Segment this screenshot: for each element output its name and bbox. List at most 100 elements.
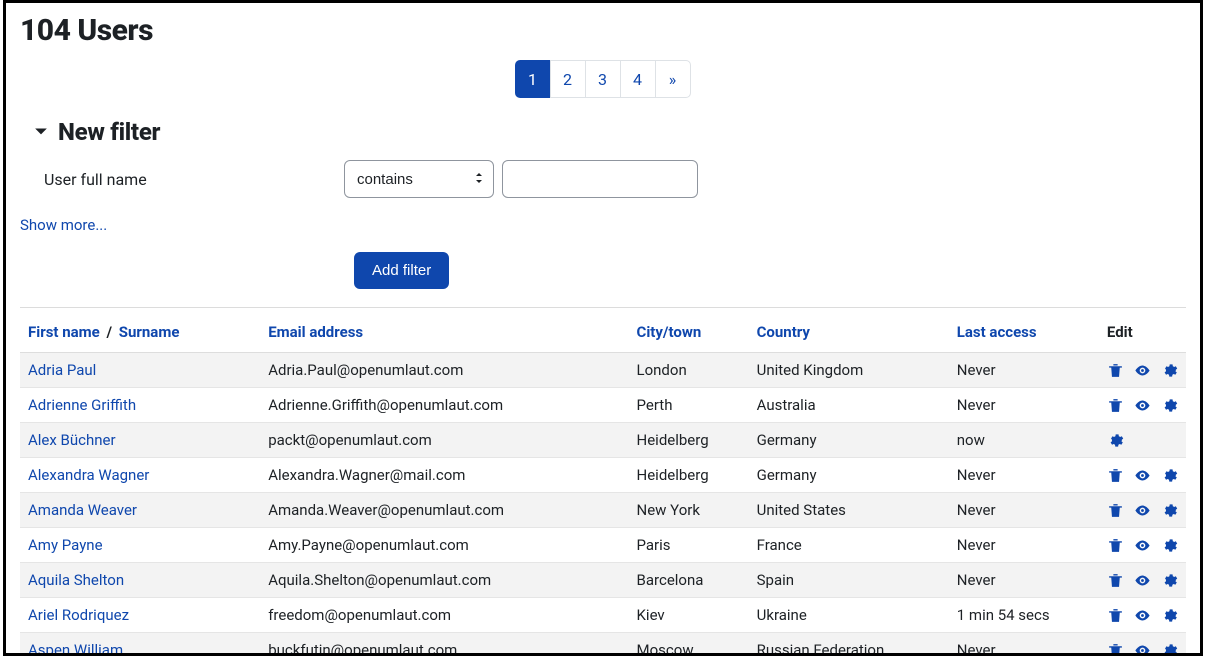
gear-icon[interactable]: [1161, 397, 1178, 414]
eye-icon[interactable]: [1134, 397, 1151, 414]
gear-icon[interactable]: [1161, 362, 1178, 379]
user-name-link[interactable]: Ariel Rodriquez: [28, 606, 129, 624]
user-name-link[interactable]: Aquila Shelton: [28, 571, 124, 589]
gear-icon[interactable]: [1161, 642, 1178, 657]
user-name-link[interactable]: Adria Paul: [28, 361, 96, 379]
col-header-country[interactable]: Country: [749, 312, 949, 353]
page-title: 104 Users: [20, 13, 1186, 48]
user-name-link[interactable]: Amy Payne: [28, 536, 103, 554]
col-header-name[interactable]: First name / Surname: [20, 312, 260, 353]
filter-heading: New filter: [58, 118, 160, 146]
filter-row-fullname: User full name contains: [34, 160, 1186, 198]
table-row: Aquila Shelton Aquila.Shelton@openumlaut.…: [20, 563, 1186, 598]
col-header-last-access[interactable]: Last access: [949, 312, 1099, 353]
col-header-edit: Edit: [1099, 312, 1186, 353]
cell-city: Kiev: [629, 598, 749, 633]
cell-actions: [1099, 563, 1186, 598]
col-header-first-name[interactable]: First name: [28, 323, 100, 341]
cell-city: Heidelberg: [629, 458, 749, 493]
user-name-link[interactable]: Adrienne Griffith: [28, 396, 136, 414]
cell-city: Perth: [629, 388, 749, 423]
eye-icon[interactable]: [1134, 642, 1151, 657]
cell-email: Aquila.Shelton@openumlaut.com: [260, 563, 628, 598]
cell-actions: [1099, 528, 1186, 563]
gear-icon[interactable]: [1161, 467, 1178, 484]
cell-country: Ukraine: [749, 598, 949, 633]
trash-icon[interactable]: [1107, 502, 1124, 519]
gear-icon[interactable]: [1161, 502, 1178, 519]
cell-last_access: Never: [949, 493, 1099, 528]
cell-last_access: Never: [949, 353, 1099, 388]
eye-icon[interactable]: [1134, 362, 1151, 379]
table-row: Ariel Rodriquez freedom@openumlaut.comKie…: [20, 598, 1186, 633]
cell-email: Amy.Payne@openumlaut.com: [260, 528, 628, 563]
user-name-link[interactable]: Alexandra Wagner: [28, 466, 149, 484]
trash-icon[interactable]: [1107, 642, 1124, 657]
cell-last_access: now: [949, 423, 1099, 458]
filter-section: New filter User full name contains Show …: [20, 118, 1186, 289]
filter-toggle[interactable]: New filter: [34, 118, 1186, 146]
cell-email: Adrienne.Griffith@openumlaut.com: [260, 388, 628, 423]
divider: [20, 307, 1186, 308]
filter-operator-wrap: contains: [344, 160, 494, 198]
gear-icon[interactable]: [1161, 572, 1178, 589]
cell-country: United States: [749, 493, 949, 528]
page-1[interactable]: 1: [515, 60, 551, 98]
user-name-link[interactable]: Aspen William: [28, 641, 123, 656]
table-row: Aspen William buckfutin@openumlaut.comMos…: [20, 633, 1186, 657]
trash-icon[interactable]: [1107, 362, 1124, 379]
eye-icon[interactable]: [1134, 572, 1151, 589]
gear-icon[interactable]: [1107, 432, 1124, 449]
eye-icon[interactable]: [1134, 537, 1151, 554]
filter-value-input[interactable]: [502, 160, 698, 198]
users-tbody: Adria PaulAdria.Paul@openumlaut.comLondo…: [20, 353, 1186, 657]
trash-icon[interactable]: [1107, 572, 1124, 589]
cell-last_access: Never: [949, 563, 1099, 598]
cell-email: buckfutin@openumlaut.com: [260, 633, 628, 657]
eye-icon[interactable]: [1134, 467, 1151, 484]
cell-country: United Kingdom: [749, 353, 949, 388]
chevron-down-icon: [34, 125, 48, 139]
cell-country: Germany: [749, 423, 949, 458]
show-more-link[interactable]: Show more...: [20, 216, 107, 234]
cell-email: packt@openumlaut.com: [260, 423, 628, 458]
page-2[interactable]: 2: [550, 60, 586, 98]
cell-email: freedom@openumlaut.com: [260, 598, 628, 633]
trash-icon[interactable]: [1107, 397, 1124, 414]
cell-country: Russian Federation: [749, 633, 949, 657]
page-4[interactable]: 4: [620, 60, 656, 98]
col-header-email[interactable]: Email address: [260, 312, 628, 353]
cell-city: Moscow: [629, 633, 749, 657]
trash-icon[interactable]: [1107, 467, 1124, 484]
gear-icon[interactable]: [1161, 537, 1178, 554]
cell-last_access: Never: [949, 633, 1099, 657]
col-header-surname[interactable]: Surname: [119, 323, 180, 341]
col-header-city[interactable]: City/town: [629, 312, 749, 353]
users-table: First name / Surname Email address City/…: [20, 312, 1186, 656]
page-next[interactable]: »: [655, 60, 691, 98]
table-row: Amy Payne Amy.Payne@openumlaut.comParisFr…: [20, 528, 1186, 563]
cell-actions: [1099, 458, 1186, 493]
filter-operator-select[interactable]: contains: [344, 160, 494, 198]
cell-city: Paris: [629, 528, 749, 563]
cell-city: Barcelona: [629, 563, 749, 598]
table-row: Amanda Weaver Amanda.Weaver@openumlaut.co…: [20, 493, 1186, 528]
eye-icon[interactable]: [1134, 502, 1151, 519]
cell-city: Heidelberg: [629, 423, 749, 458]
cell-email: Alexandra.Wagner@mail.com: [260, 458, 628, 493]
cell-country: Spain: [749, 563, 949, 598]
eye-icon[interactable]: [1134, 607, 1151, 624]
trash-icon[interactable]: [1107, 537, 1124, 554]
filter-field-label: User full name: [34, 170, 344, 189]
cell-country: Germany: [749, 458, 949, 493]
add-filter-button[interactable]: Add filter: [354, 252, 449, 289]
cell-email: Amanda.Weaver@openumlaut.com: [260, 493, 628, 528]
cell-actions: [1099, 353, 1186, 388]
trash-icon[interactable]: [1107, 607, 1124, 624]
cell-country: France: [749, 528, 949, 563]
user-name-link[interactable]: Alex Büchner: [28, 431, 116, 449]
gear-icon[interactable]: [1161, 607, 1178, 624]
user-name-link[interactable]: Amanda Weaver: [28, 501, 137, 519]
page-3[interactable]: 3: [585, 60, 621, 98]
cell-actions: [1099, 493, 1186, 528]
